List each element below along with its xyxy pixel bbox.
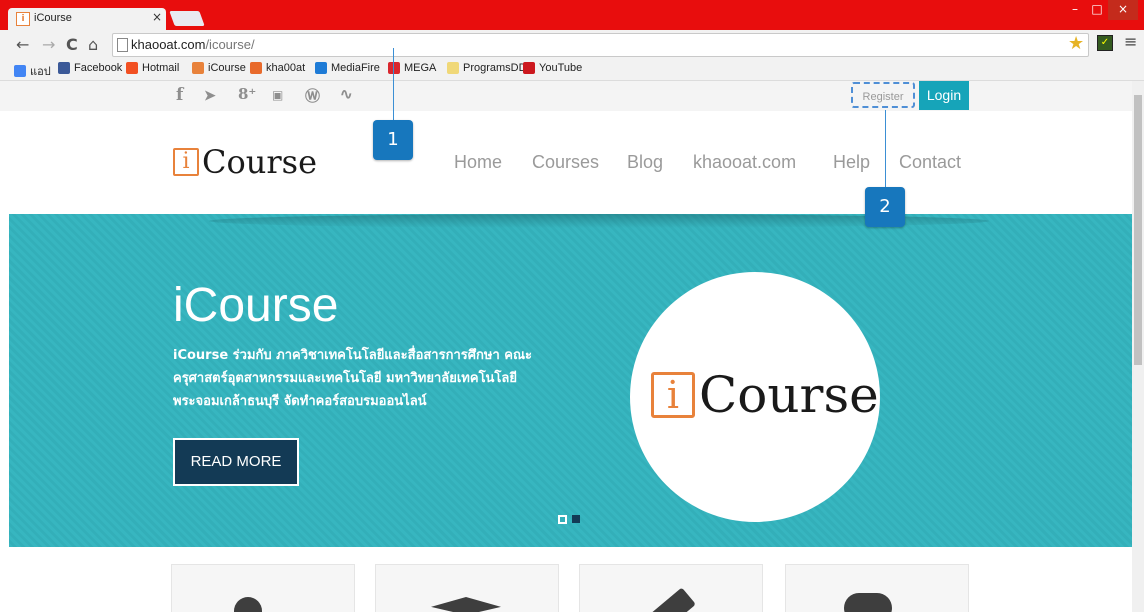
back-icon[interactable]: ← [16, 35, 29, 54]
nav-help[interactable]: Help [833, 152, 870, 173]
nav-courses[interactable]: Courses [532, 152, 599, 173]
minimize-button[interactable]: – [1064, 0, 1086, 20]
chrome-menu-icon[interactable]: ≡ [1124, 32, 1137, 51]
site-logo[interactable]: i Course [173, 143, 317, 181]
hero-logo-text: Course [699, 366, 879, 424]
hotmail-icon [126, 62, 138, 74]
bookmarks-bar: แอป Facebook Hotmail iCourse kha00at MediaFir… [0, 60, 1144, 81]
scrollbar-thumb[interactable] [1134, 95, 1142, 365]
url-host: khaooat.com [131, 37, 206, 52]
bookmark-label: MEGA [404, 62, 437, 74]
bookmark-star-icon[interactable]: ★ [1068, 33, 1084, 54]
pencil-icon [648, 587, 696, 612]
url-path: /icourse/ [205, 37, 255, 52]
apps-icon [14, 65, 26, 77]
kha00at-icon [250, 62, 262, 74]
feature-box-1[interactable] [171, 564, 355, 612]
reload-icon[interactable]: C [66, 35, 78, 54]
feature-box-4[interactable] [785, 564, 969, 612]
tab-title: iCourse [34, 12, 72, 24]
bookmark-label: kha00at [266, 62, 306, 74]
bookmark-hotmail[interactable]: Hotmail [126, 62, 179, 74]
url-text[interactable]: khaooat.com/icourse/ [131, 37, 255, 52]
graduation-cap-icon [431, 597, 501, 612]
bookmark-label: iCourse [208, 62, 246, 74]
callout-1-badge: 1 [373, 120, 413, 160]
hero-logo-i-icon: i [651, 372, 695, 418]
new-tab-button[interactable] [169, 11, 205, 26]
close-window-button[interactable]: × [1108, 0, 1138, 20]
mediafire-icon [315, 62, 327, 74]
icourse-icon [192, 62, 204, 74]
googleplus-icon[interactable]: 8⁺ [238, 85, 256, 103]
page-icon [117, 38, 128, 52]
web-page: f ➤ 8⁺ ▣ Ⓦ ∿ Register Login i Course Hom… [0, 81, 1132, 612]
maximize-button[interactable]: □ [1086, 0, 1108, 20]
bookmark-label: Facebook [74, 62, 123, 74]
slider-dot-1[interactable] [558, 515, 567, 524]
tab-close-icon[interactable]: × [152, 10, 162, 24]
facebook-icon[interactable]: f [176, 85, 183, 105]
extension-icon[interactable]: ✓ [1097, 35, 1113, 51]
twitter-icon[interactable]: ➤ [204, 88, 216, 104]
callout-2-badge: 2 [865, 187, 905, 227]
facebook-icon [58, 62, 70, 74]
chat-icon [844, 593, 892, 612]
login-button[interactable]: Login [919, 81, 969, 110]
hero-title: iCourse [173, 279, 339, 332]
hero-circle-image: i Course [630, 272, 880, 522]
feature-box-3[interactable] [579, 564, 763, 612]
bookmark-label: ProgramsDD [463, 62, 527, 74]
browser-titlebar: i iCourse × – □ × [0, 0, 1144, 30]
bookmark-mega[interactable]: MEGA [388, 62, 436, 74]
register-link[interactable]: Register [851, 82, 915, 108]
callout-2-line [885, 110, 886, 187]
bookmark-แอป[interactable]: แอป [14, 62, 51, 80]
nav-home[interactable]: Home [454, 152, 502, 173]
logo-text: Course [202, 143, 318, 181]
mega-icon [388, 62, 400, 74]
youtube-icon [523, 62, 535, 74]
forward-icon[interactable]: → [42, 35, 55, 54]
bookmark-youtube[interactable]: YouTube [523, 62, 582, 74]
rss-icon[interactable]: ∿ [340, 85, 353, 103]
address-bar[interactable]: khaooat.com/icourse/ [112, 33, 1089, 57]
bookmark-kha00at[interactable]: kha00at [250, 62, 305, 74]
icourse-favicon-icon: i [16, 12, 30, 26]
bookmark-label: แอป [30, 66, 51, 78]
bookmark-facebook[interactable]: Facebook [58, 62, 122, 74]
feature-box-2[interactable] [375, 564, 559, 612]
logo-i-icon: i [173, 148, 199, 176]
bookmark-label: MediaFire [331, 62, 380, 74]
bookmark-icourse[interactable]: iCourse [192, 62, 246, 74]
hero-description: iCourse ร่วมกับ ภาควิชาเทคโนโลยีและสื่อส… [173, 348, 533, 409]
nav-contact[interactable]: Contact [899, 152, 961, 173]
bookmark-mediafire[interactable]: MediaFire [315, 62, 380, 74]
read-more-button[interactable]: READ MORE [173, 438, 299, 486]
browser-tab[interactable]: i iCourse × [8, 8, 166, 30]
slider-dot-2[interactable] [572, 515, 580, 523]
callout-1-line [393, 48, 394, 120]
folder-icon [447, 62, 459, 74]
bookmark-programsdd[interactable]: ProgramsDD [447, 62, 527, 74]
home-icon[interactable]: ⌂ [88, 35, 98, 54]
nav-khaooat[interactable]: khaooat.com [693, 152, 796, 173]
hero-slider: iCourse iCourse ร่วมกับ ภาควิชาเทคโนโลยี… [9, 214, 1132, 547]
page-scrollbar[interactable] [1132, 81, 1144, 612]
bookmark-label: YouTube [539, 62, 583, 74]
users-icon [234, 597, 262, 612]
browser-toolbar: ← → C ⌂ khaooat.com/icourse/ ★ ✓ ≡ [0, 30, 1144, 60]
bookmark-label: Hotmail [142, 62, 180, 74]
site-topbar: f ➤ 8⁺ ▣ Ⓦ ∿ Register Login [0, 81, 1132, 111]
wordpress-icon[interactable]: Ⓦ [305, 85, 320, 106]
nav-blog[interactable]: Blog [627, 152, 663, 173]
youtube-icon[interactable]: ▣ [272, 88, 283, 102]
hero-logo: i Course [651, 366, 879, 424]
